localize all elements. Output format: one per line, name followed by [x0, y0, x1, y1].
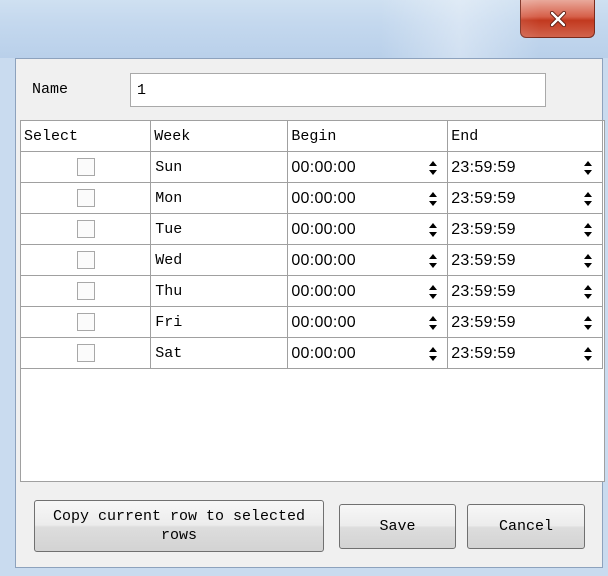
begin-time-spinner-icon[interactable]: [427, 189, 439, 209]
begin-time-field[interactable]: 00:00:00: [287, 275, 449, 307]
end-time-value: 23:59:59: [451, 345, 516, 362]
name-label: Name: [32, 81, 69, 98]
table-row: Fri 00:00:00 23:59:59: [21, 306, 603, 338]
begin-time-value: 00:00:00: [291, 221, 356, 238]
week-day-cell: Wed: [150, 244, 289, 276]
end-time-spinner-icon[interactable]: [582, 220, 594, 240]
end-time-spinner-icon[interactable]: [582, 189, 594, 209]
begin-time-field[interactable]: 00:00:00: [287, 337, 449, 369]
table-header-row: Select Week Begin End: [21, 121, 603, 152]
end-time-spinner-icon[interactable]: [582, 158, 594, 178]
begin-time-spinner-icon[interactable]: [427, 344, 439, 364]
column-header-week: Week: [150, 121, 289, 152]
table-row: Tue 00:00:00 23:59:59: [21, 213, 603, 245]
end-time-field[interactable]: 23:59:59: [447, 213, 603, 245]
schedule-table: Select Week Begin End Sun 00:00:00 23:59:5…: [20, 120, 605, 482]
end-time-value: 23:59:59: [451, 159, 516, 176]
select-checkbox[interactable]: [76, 344, 95, 362]
week-day-cell: Fri: [150, 306, 289, 338]
select-checkbox[interactable]: [76, 220, 95, 238]
select-cell: [21, 275, 152, 307]
begin-time-spinner-icon[interactable]: [427, 313, 439, 333]
end-time-field[interactable]: 23:59:59: [447, 151, 603, 183]
end-time-spinner-icon[interactable]: [582, 282, 594, 302]
select-cell: [21, 213, 152, 245]
begin-time-spinner-icon[interactable]: [427, 282, 439, 302]
end-time-value: 23:59:59: [451, 314, 516, 331]
select-checkbox[interactable]: [76, 189, 95, 207]
select-cell: [21, 337, 152, 369]
copy-row-button[interactable]: Copy current row to selected rows: [34, 500, 324, 552]
begin-time-field[interactable]: 00:00:00: [287, 182, 449, 214]
cancel-button-label: Cancel: [498, 518, 553, 535]
table-row: Sun 00:00:00 23:59:59: [21, 151, 603, 183]
begin-time-field[interactable]: 00:00:00: [287, 244, 449, 276]
select-checkbox[interactable]: [76, 158, 95, 176]
end-time-spinner-icon[interactable]: [582, 344, 594, 364]
close-button[interactable]: [520, 0, 595, 38]
end-time-field[interactable]: 23:59:59: [447, 337, 603, 369]
begin-time-field[interactable]: 00:00:00: [287, 306, 449, 338]
week-day-cell: Sat: [150, 337, 289, 369]
begin-time-value: 00:00:00: [291, 345, 356, 362]
begin-time-value: 00:00:00: [291, 314, 356, 331]
table-row: Sat 00:00:00 23:59:59: [21, 337, 603, 369]
table-row: Thu 00:00:00 23:59:59: [21, 275, 603, 307]
title-bar: [0, 0, 608, 58]
end-time-value: 23:59:59: [451, 190, 516, 207]
end-time-spinner-icon[interactable]: [582, 313, 594, 333]
select-cell: [21, 182, 152, 214]
name-input[interactable]: [130, 73, 546, 107]
save-button-label: Save: [379, 518, 416, 535]
select-checkbox[interactable]: [76, 313, 95, 331]
begin-time-field[interactable]: 00:00:00: [287, 151, 449, 183]
end-time-field[interactable]: 23:59:59: [447, 306, 603, 338]
table-row: Mon 00:00:00 23:59:59: [21, 182, 603, 214]
select-checkbox[interactable]: [76, 251, 95, 269]
copy-row-button-label: Copy current row to selected rows: [52, 508, 306, 544]
select-cell: [21, 151, 152, 183]
week-day-cell: Thu: [150, 275, 289, 307]
close-icon: [549, 10, 567, 27]
begin-time-spinner-icon[interactable]: [427, 158, 439, 178]
select-cell: [21, 244, 152, 276]
begin-time-value: 00:00:00: [291, 190, 356, 207]
begin-time-spinner-icon[interactable]: [427, 220, 439, 240]
begin-time-value: 00:00:00: [291, 252, 356, 269]
end-time-field[interactable]: 23:59:59: [447, 275, 603, 307]
end-time-value: 23:59:59: [451, 252, 516, 269]
table-row: Wed 00:00:00 23:59:59: [21, 244, 603, 276]
begin-time-value: 00:00:00: [291, 283, 356, 300]
column-header-end: End: [447, 121, 603, 152]
begin-time-spinner-icon[interactable]: [427, 251, 439, 271]
column-header-select: Select: [21, 121, 152, 152]
week-day-cell: Sun: [150, 151, 289, 183]
select-checkbox[interactable]: [76, 282, 95, 300]
begin-time-field[interactable]: 00:00:00: [287, 213, 449, 245]
week-day-cell: Mon: [150, 182, 289, 214]
save-button[interactable]: Save: [339, 504, 456, 549]
column-header-begin: Begin: [287, 121, 449, 152]
end-time-field[interactable]: 23:59:59: [447, 244, 603, 276]
end-time-field[interactable]: 23:59:59: [447, 182, 603, 214]
end-time-value: 23:59:59: [451, 221, 516, 238]
begin-time-value: 00:00:00: [291, 159, 356, 176]
cancel-button[interactable]: Cancel: [467, 504, 585, 549]
select-cell: [21, 306, 152, 338]
week-day-cell: Tue: [150, 213, 289, 245]
end-time-value: 23:59:59: [451, 283, 516, 300]
end-time-spinner-icon[interactable]: [582, 251, 594, 271]
